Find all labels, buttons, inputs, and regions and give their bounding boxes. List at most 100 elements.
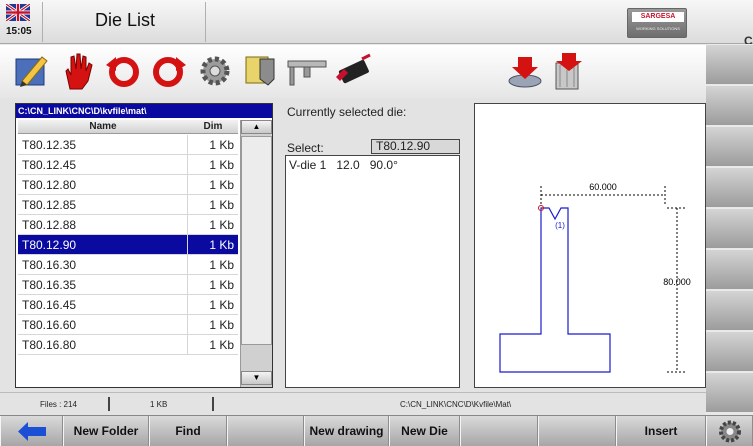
table-row[interactable]: T80.16.80 1 Kb <box>18 335 238 355</box>
side-button[interactable] <box>706 208 753 248</box>
edit-icon[interactable] <box>10 51 52 91</box>
clock-area: 15:05 <box>4 4 34 40</box>
current-die-label: Currently selected die: <box>287 105 407 119</box>
current-path: C:\CN_LINK\CNC\D\Kvfile\Mat\ <box>400 400 512 409</box>
delete-bin-icon[interactable] <box>546 51 588 91</box>
file-size: 1 Kb <box>209 238 234 252</box>
file-rows: T80.12.35 1 Kb T80.12.45 1 Kb T80.12.80 1 K… <box>18 135 238 355</box>
die-info-list: V-die 1 12.0 90.0° <box>285 155 460 388</box>
settings-button[interactable] <box>706 416 753 446</box>
scroll-down-arrow-icon[interactable]: ▼ <box>241 371 272 385</box>
file-name: T80.12.35 <box>18 135 188 154</box>
column-header-dim[interactable]: Dim <box>188 120 238 133</box>
file-size: 1 Kb <box>209 138 234 152</box>
header-bar: 15:05 Die List SARGESA WORKING SOLUTIONS… <box>0 0 753 48</box>
side-button[interactable] <box>706 85 753 125</box>
new-drawing-button[interactable]: New drawing <box>304 416 389 446</box>
clock-time: 15:05 <box>6 26 32 37</box>
side-button[interactable] <box>706 167 753 207</box>
file-name: T80.12.88 <box>18 215 188 234</box>
new-folder-button[interactable]: New Folder <box>63 416 149 446</box>
table-row[interactable]: T80.16.60 1 Kb <box>18 315 238 335</box>
tool-clamp-icon[interactable] <box>240 51 282 91</box>
stop-hand-icon[interactable] <box>56 51 98 91</box>
header-divider <box>42 2 43 42</box>
side-button[interactable] <box>706 126 753 166</box>
scroll-up-arrow-icon[interactable]: ▲ <box>241 120 272 134</box>
file-name: T80.12.85 <box>18 195 188 214</box>
header-divider <box>205 2 206 42</box>
select-label: Select: <box>287 141 324 155</box>
scroll-thumb[interactable] <box>241 136 272 345</box>
side-button[interactable] <box>706 44 753 84</box>
side-button[interactable] <box>706 290 753 330</box>
width-dimension-label: 60.000 <box>589 182 617 192</box>
vee-label: (1) <box>555 221 565 230</box>
side-button[interactable] <box>706 331 753 371</box>
file-count: Files : 214 <box>40 400 77 409</box>
new-die-button[interactable]: New Die <box>389 416 460 446</box>
find-button[interactable]: Find <box>149 416 227 446</box>
die-info-row[interactable]: V-die 1 12.0 90.0° <box>289 158 408 172</box>
file-size: 1 Kb <box>209 278 234 292</box>
file-size: 1 Kb <box>209 198 234 212</box>
gear-settings-icon[interactable] <box>194 51 236 91</box>
table-row-selected[interactable]: T80.12.90 1 Kb <box>18 235 238 255</box>
side-button[interactable] <box>706 372 753 412</box>
die-opening: 12.0 <box>336 158 360 172</box>
settings-gear-icon <box>718 420 741 443</box>
table-row[interactable]: T80.12.88 1 Kb <box>18 215 238 235</box>
die-angle: 90.0° <box>369 158 398 172</box>
brand-logo: SARGESA WORKING SOLUTIONS <box>627 8 687 38</box>
file-size: 1 Kb <box>209 178 234 192</box>
table-row[interactable]: T80.16.35 1 Kb <box>18 275 238 295</box>
die-drawing: 60.000 80.000 (1) <box>499 182 691 373</box>
file-size: 1 Kb <box>209 258 234 272</box>
empty-button[interactable] <box>460 416 538 446</box>
table-row[interactable]: T80.16.45 1 Kb <box>18 295 238 315</box>
side-button[interactable] <box>706 249 753 289</box>
vertical-scrollbar[interactable]: ▲ ▼ <box>240 120 272 387</box>
folder-path: C:\CN_LINK\CNC\D\kvfile\mat\ <box>16 104 272 118</box>
page-title: Die List <box>95 10 156 30</box>
file-name: T80.16.80 <box>18 335 188 354</box>
status-bar: Files : 214 1 KB C:\CN_LINK\CNC\D\Kvfile… <box>0 392 706 415</box>
file-size: 1 Kb <box>209 218 234 232</box>
logo-brand-text: SARGESA <box>632 12 684 22</box>
file-list-panel: C:\CN_LINK\CNC\D\kvfile\mat\ Name Dim T8… <box>15 103 273 388</box>
file-name: T80.16.45 <box>18 295 188 314</box>
table-header: Name Dim <box>18 120 238 134</box>
bottom-nav: New Folder Find New drawing New Die Inse… <box>0 415 753 446</box>
back-button[interactable] <box>0 416 63 446</box>
usb-drive-icon[interactable] <box>332 51 374 91</box>
table-row[interactable]: T80.12.35 1 Kb <box>18 135 238 155</box>
table-row[interactable]: T80.12.85 1 Kb <box>18 195 238 215</box>
file-name: T80.16.35 <box>18 275 188 294</box>
rotate-left-icon[interactable] <box>102 51 144 91</box>
import-icon[interactable] <box>504 51 546 91</box>
insert-button[interactable]: Insert <box>616 416 706 446</box>
column-header-name[interactable]: Name <box>18 120 188 133</box>
select-value-field[interactable]: T80.12.90 <box>371 139 460 154</box>
main-content: C:\CN_LINK\CNC\D\kvfile\mat\ Name Dim T8… <box>0 98 706 392</box>
file-size: 1 Kb <box>209 158 234 172</box>
die-type: V-die 1 <box>289 158 327 172</box>
empty-button[interactable] <box>227 416 304 446</box>
toolbar <box>0 45 706 98</box>
die-outline <box>499 207 611 373</box>
rotate-right-icon[interactable] <box>148 51 190 91</box>
file-size: 1 Kb <box>209 318 234 332</box>
table-row[interactable]: T80.12.80 1 Kb <box>18 175 238 195</box>
total-size: 1 KB <box>150 400 168 409</box>
die-preview-panel: 60.000 80.000 (1) <box>474 103 706 388</box>
caliper-icon[interactable] <box>286 51 328 91</box>
file-name: T80.16.30 <box>18 255 188 274</box>
height-dimension-label: 80.000 <box>663 277 691 287</box>
empty-button[interactable] <box>538 416 616 446</box>
uk-flag-icon[interactable] <box>6 4 30 21</box>
status-divider <box>108 397 110 411</box>
status-divider <box>212 397 214 411</box>
table-row[interactable]: T80.12.45 1 Kb <box>18 155 238 175</box>
file-size: 1 Kb <box>209 298 234 312</box>
table-row[interactable]: T80.16.30 1 Kb <box>18 255 238 275</box>
